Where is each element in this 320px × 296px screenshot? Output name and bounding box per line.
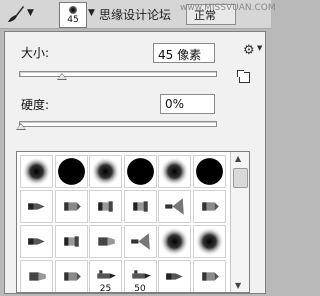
flat-brush-icon <box>63 236 79 247</box>
brush-preset-dropdown-icon[interactable]: ▼ <box>88 8 95 18</box>
brush-preset-cell[interactable] <box>54 190 88 223</box>
brush-preset-cell[interactable] <box>158 190 191 223</box>
hardness-slider[interactable] <box>19 121 217 127</box>
watermark-text: 思缘设计论坛 <box>99 8 172 22</box>
brush-preset-cell[interactable]: 50 <box>123 260 157 293</box>
size-input[interactable]: 45 像素 <box>153 43 215 63</box>
pen-tip-brush-icon <box>166 273 183 280</box>
brush-preset-cell[interactable] <box>20 155 53 188</box>
brush-preset-panel: 大小: 45 像素 ⚙ ▼ 硬度: 0% 25 50 ▲ ▼ <box>4 31 266 294</box>
scrollbar-thumb[interactable] <box>233 168 248 188</box>
soft-round-brush-icon <box>22 157 51 186</box>
hardness-slider-thumb[interactable] <box>16 123 26 130</box>
brush-preset-cell[interactable] <box>54 260 88 292</box>
brush-preset-cell[interactable] <box>20 225 53 258</box>
size-slider-thumb[interactable] <box>57 73 68 80</box>
soft-round-brush-icon <box>194 227 224 256</box>
fan-brush-icon <box>130 233 150 250</box>
brush-preset-cell[interactable] <box>20 190 53 223</box>
brush-preset-cell[interactable] <box>192 225 226 258</box>
pencil-brush-icon <box>63 272 81 281</box>
hard-round-brush-icon <box>126 158 154 185</box>
brush-preset-cell[interactable] <box>192 155 226 188</box>
brush-preset-cell[interactable] <box>123 155 157 188</box>
brush-preset-cell[interactable] <box>192 260 226 292</box>
pencil-brush-icon <box>201 202 219 211</box>
soft-round-brush-icon <box>160 227 189 256</box>
brush-preset-grid: 25 50 ▲ ▼ <box>16 151 250 293</box>
fan-brush-icon <box>165 198 184 215</box>
flat-brush-icon <box>132 201 148 212</box>
pen-tip-brush-icon <box>28 238 45 245</box>
brush-preset-cell[interactable] <box>123 225 157 258</box>
brush-preset-cell[interactable] <box>89 155 122 188</box>
new-preset-icon[interactable] <box>237 70 250 83</box>
soft-round-brush-icon <box>160 157 189 186</box>
brush-tool-icon[interactable] <box>4 3 26 25</box>
size-label: 大小: <box>21 46 50 60</box>
watermark-url: www.MISSVUAN.COM <box>180 3 276 13</box>
chisel-brush-icon <box>98 237 115 246</box>
brush-preset-cell[interactable]: 25 <box>89 260 122 293</box>
flat-brush-icon <box>98 201 113 212</box>
size-slider[interactable] <box>19 71 217 77</box>
hard-round-brush-icon <box>57 158 85 185</box>
brush-preset-cell[interactable] <box>89 225 122 258</box>
grid-scrollbar[interactable]: ▲ ▼ <box>230 152 249 292</box>
hardness-input[interactable]: 0% <box>160 94 215 114</box>
hardness-label: 硬度: <box>21 98 50 112</box>
gear-icon[interactable]: ⚙ <box>243 43 255 58</box>
brush-preset-cell[interactable] <box>192 190 226 223</box>
brush-tip-preview-icon <box>69 6 77 14</box>
brush-preset-size: 45 <box>67 15 79 25</box>
chisel-brush-icon <box>29 272 46 281</box>
brush-preset-cell[interactable] <box>158 260 191 292</box>
brush-preset-cell[interactable] <box>20 260 53 292</box>
tool-preset-dropdown-icon[interactable]: ▼ <box>27 8 34 18</box>
pencil-brush-icon <box>63 202 81 211</box>
brush-preset-cell[interactable] <box>54 155 88 188</box>
brush-preset-cell[interactable] <box>158 225 191 258</box>
brush-preset-picker[interactable]: 45 <box>59 2 87 28</box>
soft-round-brush-icon <box>91 157 120 186</box>
brush-size-label: 50 <box>134 284 146 293</box>
pen-tip-brush-icon <box>28 203 45 210</box>
brush-preset-cell[interactable] <box>158 155 191 188</box>
brush-size-label: 25 <box>99 284 112 293</box>
options-toolbar: ▼ 45 ▼ 思缘设计论坛 正常 www.MISSVUAN.COM <box>0 0 276 29</box>
pencil-brush-icon <box>201 272 219 281</box>
scroll-up-icon[interactable]: ▲ <box>235 154 241 163</box>
panel-menu-arrow-icon[interactable]: ▼ <box>257 44 262 52</box>
hard-round-brush-icon <box>195 158 223 185</box>
scroll-down-icon[interactable]: ▼ <box>235 281 241 290</box>
brush-preset-cell[interactable] <box>54 225 88 258</box>
brush-preset-cell[interactable] <box>89 190 122 223</box>
brush-preset-cell[interactable] <box>123 190 157 223</box>
